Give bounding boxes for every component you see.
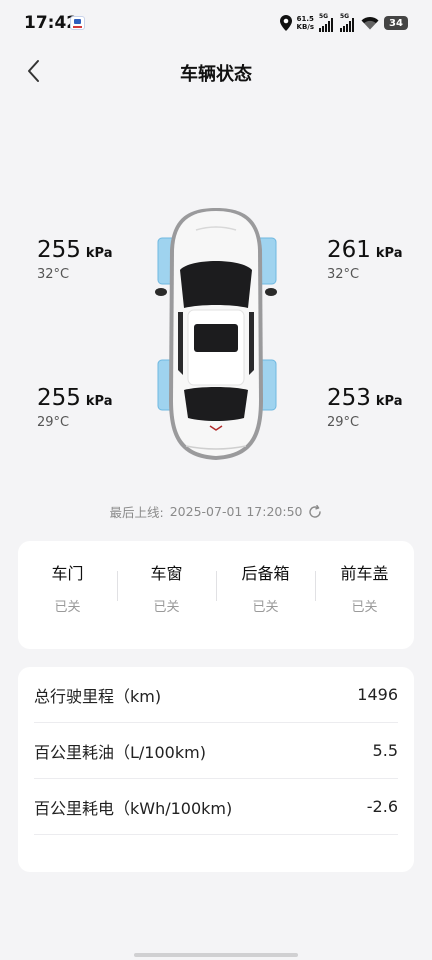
vehicle-stats-card: 总行驶里程（km) 1496 百公里耗油（L/100km) 5.5 百公里耗电（… (18, 667, 414, 872)
tire-temperature: 29°C (327, 415, 360, 430)
status-label: 车窗 (150, 564, 183, 583)
status-value: 已关 (252, 600, 279, 615)
stat-label: 百公里耗电（kWh/100km) (34, 798, 233, 818)
tire-pressure-value: 261 (327, 237, 371, 263)
tire-front-right: 261 kPa 32°C (327, 237, 403, 283)
tire-temperature: 32°C (327, 267, 360, 282)
stat-label: 总行驶里程（km) (34, 686, 162, 706)
last-online-datetime: 2025-07-01 17:20:50 (169, 504, 303, 519)
stat-row-total-mileage: 总行驶里程（km) 1496 (34, 667, 398, 723)
status-window: 车窗 已关 (117, 541, 216, 649)
tire-front-left: 255 kPa 32°C (37, 237, 113, 283)
car-top-view (150, 200, 282, 470)
network-speed-unit: KB/s (296, 23, 314, 31)
tire-pressure: 255 kPa (37, 385, 113, 415)
sim1-label: 5G (319, 13, 329, 20)
tire-pressure-unit: kPa (85, 246, 113, 261)
status-hood: 前车盖 已关 (315, 541, 414, 649)
status-bar: 17:42 61.5 KB/s 5G 5G 34 (0, 0, 432, 46)
tire-pressure-unit: kPa (85, 394, 113, 409)
status-value: 已关 (153, 600, 180, 615)
refresh-icon[interactable] (308, 504, 322, 519)
status-door: 车门 已关 (18, 541, 117, 649)
tire-rear-right: 253 kPa 29°C (327, 385, 403, 431)
tire-pressure-unit: kPa (375, 394, 403, 409)
stat-row-fuel-consumption: 百公里耗油（L/100km) 5.5 (34, 723, 398, 779)
network-speed: 61.5 KB/s (297, 15, 314, 31)
tire-temperature: 29°C (37, 415, 70, 430)
status-label: 车门 (51, 564, 84, 583)
sim2-label: 5G (340, 13, 350, 20)
tire-pressure: 253 kPa (327, 385, 403, 415)
status-value: 已关 (54, 600, 81, 615)
tire-rear-left: 255 kPa 29°C (37, 385, 113, 431)
home-indicator[interactable] (134, 953, 298, 957)
wifi-icon (361, 16, 379, 30)
last-online-label: 最后上线: (109, 505, 164, 520)
page-title: 车辆状态 (180, 64, 252, 85)
stat-value: -2.6 (366, 797, 398, 816)
last-online: 最后上线: 2025-07-01 17:20:50 (0, 502, 432, 521)
tire-pressure: 261 kPa (327, 237, 403, 267)
status-icons: 61.5 KB/s 5G 5G 34 (279, 13, 408, 33)
tire-pressure: 255 kPa (37, 237, 113, 267)
location-icon (279, 15, 292, 31)
stat-row-power-consumption: 百公里耗电（kWh/100km) -2.6 (34, 779, 398, 835)
network-speed-value: 61.5 (296, 15, 314, 23)
stat-value: 5.5 (372, 741, 398, 760)
tire-pressure-value: 255 (37, 237, 81, 263)
status-value: 已关 (351, 600, 378, 615)
status-label: 后备箱 (241, 564, 290, 583)
app-notification-icon (70, 16, 85, 30)
status-label: 前车盖 (340, 564, 389, 583)
status-trunk: 后备箱 已关 (216, 541, 315, 649)
tire-temperature: 32°C (37, 267, 70, 282)
tire-pressure-unit: kPa (375, 246, 403, 261)
stat-value: 1496 (357, 685, 398, 704)
battery-icon: 34 (384, 16, 408, 30)
stat-label: 百公里耗油（L/100km) (34, 742, 206, 762)
body-status-card: 车门 已关 车窗 已关 后备箱 已关 前车盖 已关 (18, 541, 414, 649)
signal-sim2-icon: 5G (340, 14, 356, 32)
signal-sim1-icon: 5G (319, 14, 335, 32)
tire-pressure-value: 255 (37, 385, 81, 411)
tire-pressure-value: 253 (327, 385, 371, 411)
